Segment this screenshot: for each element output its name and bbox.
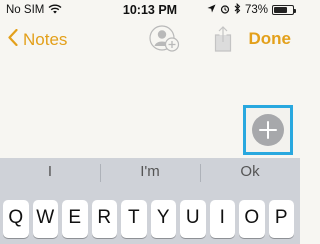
back-button[interactable]: Notes (8, 28, 68, 51)
suggestion-item[interactable]: Ok (200, 158, 300, 188)
key-p[interactable]: P (268, 200, 294, 238)
key-o[interactable]: O (239, 200, 265, 238)
keyboard-row-1: Q W E R T Y U I O P (3, 200, 294, 238)
keyboard: Q W E R T Y U I O P (0, 188, 300, 244)
back-label: Notes (23, 30, 68, 49)
chevron-left-icon (8, 28, 18, 51)
suggestion-item[interactable]: I (0, 158, 100, 188)
share-icon[interactable] (212, 25, 234, 58)
nav-bar: Notes Done (0, 20, 300, 60)
suggestion-bar: I I'm Ok (0, 158, 300, 188)
key-y[interactable]: Y (150, 200, 176, 238)
add-button[interactable] (252, 114, 284, 146)
battery-icon (272, 5, 296, 15)
key-q[interactable]: Q (3, 200, 29, 238)
key-w[interactable]: W (32, 200, 58, 238)
bluetooth-icon (234, 2, 241, 17)
battery-percent: 73% (244, 4, 268, 16)
add-people-icon[interactable] (148, 24, 182, 59)
key-e[interactable]: E (62, 200, 88, 238)
status-bar: No SIM 10:13 PM 73% (0, 0, 300, 20)
key-r[interactable]: R (91, 200, 117, 238)
add-button-highlight (243, 105, 293, 155)
key-i[interactable]: I (209, 200, 235, 238)
key-u[interactable]: U (180, 200, 206, 238)
alarm-icon (220, 4, 230, 17)
location-icon (207, 4, 216, 16)
battery-fill (274, 7, 288, 13)
suggestion-item[interactable]: I'm (100, 158, 200, 188)
key-t[interactable]: T (121, 200, 147, 238)
status-right: 73% (207, 2, 296, 17)
done-button[interactable]: Done (249, 29, 292, 49)
